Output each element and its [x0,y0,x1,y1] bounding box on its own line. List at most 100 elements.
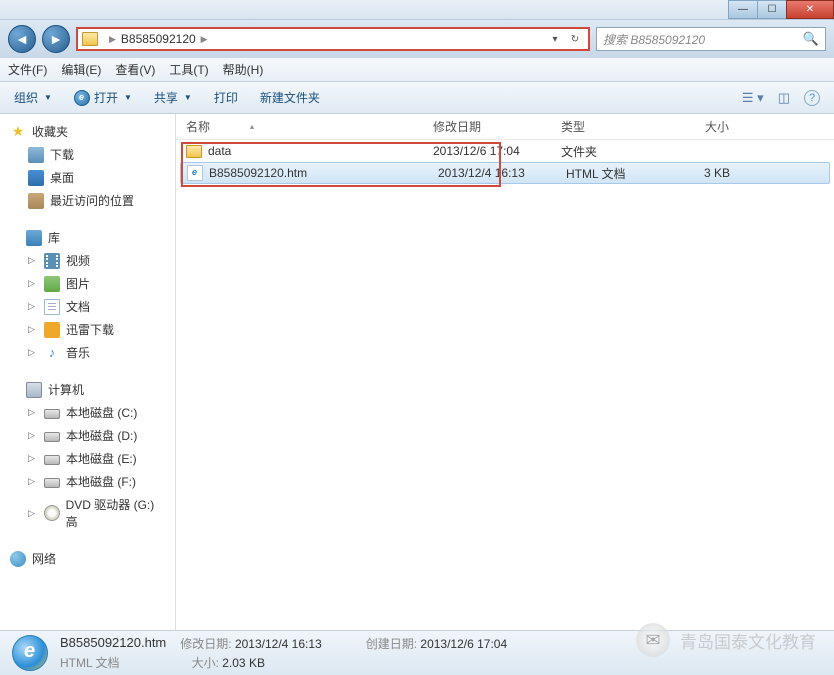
nav-back-button[interactable]: ◄ [8,25,36,53]
sidebar-item-drive-d[interactable]: ▷本地磁盘 (D:) [0,424,175,447]
sidebar-item-music[interactable]: ▷♪音乐 [0,341,175,364]
open-button[interactable]: 打开▼ [74,89,132,106]
toolbar: 组织▼ 打开▼ 共享▼ 打印 新建文件夹 ☰ ▾ ◫ ? [0,82,834,114]
thunder-icon [44,322,60,338]
address-dropdown-icon[interactable]: ▾ [546,34,564,45]
share-button[interactable]: 共享▼ [154,89,192,106]
preview-pane-button[interactable]: ◫ [778,90,790,106]
menu-edit[interactable]: 编辑(E) [61,61,101,78]
expand-icon: ▷ [28,278,38,289]
status-created-label: 创建日期: [366,637,417,651]
watermark-text: 青岛国泰文化教育 [680,628,816,653]
sidebar-item-dvd[interactable]: ▷DVD 驱动器 (G:) 高 [0,493,175,533]
expand-icon: ▷ [28,430,38,441]
expand-icon: ▷ [28,508,38,519]
menu-view[interactable]: 查看(V) [115,61,155,78]
sidebar-favorites-header[interactable]: ★收藏夹 [0,120,175,143]
drive-icon [44,409,60,419]
video-icon [44,253,60,269]
nav-forward-button[interactable]: ► [42,25,70,53]
html-file-icon [187,165,203,181]
expand-icon: ▷ [28,453,38,464]
expand-icon: ▷ [28,347,38,358]
file-row-folder[interactable]: data 2013/12/6 17:04 文件夹 [176,140,834,162]
sidebar-item-drive-f[interactable]: ▷本地磁盘 (F:) [0,470,175,493]
status-modified-label: 修改日期: [180,637,231,651]
sidebar-item-desktop[interactable]: 桌面 [0,166,175,189]
address-bar-row: ◄ ► ▶ B8585092120 ▶ ▾ ↻ 搜索 B8585092120 🔍 [0,20,834,58]
new-folder-button[interactable]: 新建文件夹 [260,89,320,106]
folder-icon [186,145,202,158]
watermark-icon: ✉ [636,623,670,657]
column-type[interactable]: 类型 [561,118,677,135]
breadcrumb-separator-icon: ▶ [201,34,208,45]
column-date[interactable]: 修改日期 [433,118,561,135]
picture-icon [44,276,60,292]
sidebar-item-drive-c[interactable]: ▷本地磁盘 (C:) [0,401,175,424]
column-headers: 名称▴ 修改日期 类型 大小 [176,114,834,140]
sidebar-item-thunder[interactable]: ▷迅雷下载 [0,318,175,341]
status-size-label: 大小: [192,656,219,670]
sidebar-item-downloads[interactable]: 下载 [0,143,175,166]
minimize-button[interactable]: — [728,0,758,19]
music-icon: ♪ [44,345,60,361]
sidebar-item-documents[interactable]: ▷文档 [0,295,175,318]
navigation-pane: ★收藏夹 下载 桌面 最近访问的位置 库 ▷视频 ▷图片 ▷文档 ▷迅雷下载 ▷… [0,114,176,630]
breadcrumb-separator-icon: ▶ [109,34,116,45]
ie-large-icon [12,635,48,671]
column-size[interactable]: 大小 [677,118,737,135]
sidebar-libraries-header[interactable]: 库 [0,226,175,249]
column-name[interactable]: 名称▴ [176,118,433,135]
expand-icon: ▷ [28,407,38,418]
print-button[interactable]: 打印 [214,89,238,106]
menu-tools[interactable]: 工具(T) [169,61,208,78]
close-button[interactable]: ✕ [786,0,834,19]
search-icon: 🔍 [803,31,819,47]
expand-icon: ▷ [28,476,38,487]
chevron-down-icon: ▼ [44,93,52,102]
status-filename: B8585092120.htm [60,635,166,652]
sidebar-item-pictures[interactable]: ▷图片 [0,272,175,295]
refresh-button[interactable]: ↻ [566,34,584,45]
help-button[interactable]: ? [804,90,820,106]
status-filetype: HTML 文档 [60,654,120,671]
chevron-down-icon: ▼ [124,93,132,102]
expand-icon: ▷ [28,301,38,312]
desktop-icon [28,170,44,186]
download-icon [28,147,44,163]
watermark: ✉ 青岛国泰文化教育 [636,623,816,657]
drive-icon [44,478,60,488]
expand-icon: ▷ [28,324,38,335]
organize-button[interactable]: 组织▼ [14,89,52,106]
menubar: 文件(F) 编辑(E) 查看(V) 工具(T) 帮助(H) [0,58,834,82]
status-created-value: 2013/12/6 17:04 [420,637,507,651]
window-titlebar: — ☐ ✕ [0,0,834,20]
sidebar-item-recent[interactable]: 最近访问的位置 [0,189,175,212]
chevron-down-icon: ▼ [184,93,192,102]
search-input[interactable]: 搜索 B8585092120 🔍 [596,27,826,51]
maximize-button[interactable]: ☐ [757,0,787,19]
breadcrumb[interactable]: B8585092120 [121,32,196,46]
document-icon [44,299,60,315]
drive-icon [44,455,60,465]
recent-icon [28,193,44,209]
menu-help[interactable]: 帮助(H) [223,61,264,78]
status-size-value: 2.03 KB [222,656,265,670]
address-bar[interactable]: ▶ B8585092120 ▶ ▾ ↻ [76,27,590,51]
sidebar-computer-header[interactable]: 计算机 [0,378,175,401]
sidebar-network-header[interactable]: 网络 [0,547,175,570]
expand-icon: ▷ [28,255,38,266]
drive-icon [44,432,60,442]
file-row-html[interactable]: B8585092120.htm 2013/12/4 16:13 HTML 文档 … [180,162,830,184]
star-icon: ★ [10,124,26,140]
sidebar-item-drive-e[interactable]: ▷本地磁盘 (E:) [0,447,175,470]
sidebar-item-videos[interactable]: ▷视频 [0,249,175,272]
view-options-button[interactable]: ☰ ▾ [742,90,764,106]
ie-icon [74,90,90,106]
main-area: ★收藏夹 下载 桌面 最近访问的位置 库 ▷视频 ▷图片 ▷文档 ▷迅雷下载 ▷… [0,114,834,630]
menu-file[interactable]: 文件(F) [8,61,47,78]
dvd-icon [44,505,60,521]
search-placeholder: 搜索 B8585092120 [603,31,803,48]
folder-icon [82,32,98,46]
sort-arrow-icon: ▴ [250,122,254,131]
